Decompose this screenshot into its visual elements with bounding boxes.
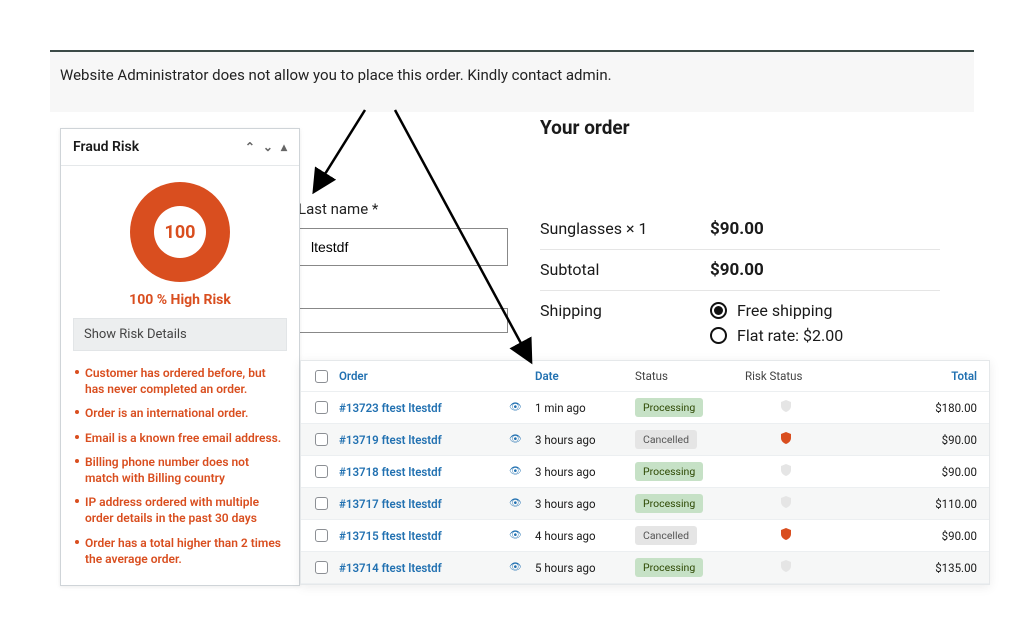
order-summary-title: Your order <box>540 116 940 139</box>
col-status: Status <box>631 361 741 391</box>
shipping-option-label: Free shipping <box>737 301 833 320</box>
collapse-icon[interactable]: ▴ <box>281 140 287 154</box>
col-risk: Risk Status <box>741 361 881 391</box>
col-order[interactable]: Order <box>335 361 505 391</box>
table-row[interactable]: #13714 ftest ltestdf👁5 hours agoProcessi… <box>301 552 989 584</box>
status-badge: Cancelled <box>635 430 697 449</box>
order-link[interactable]: #13719 ftest ltestdf <box>335 427 505 453</box>
row-checkbox[interactable] <box>315 529 328 542</box>
admin-notice: Website Administrator does not allow you… <box>50 50 974 112</box>
risk-reason: IP address ordered with multiple order d… <box>75 490 285 530</box>
table-row[interactable]: #13717 ftest ltestdf👁3 hours agoProcessi… <box>301 488 989 520</box>
table-row[interactable]: #13718 ftest ltestdf👁3 hours agoProcessi… <box>301 456 989 488</box>
order-summary: Your order Sunglasses × 1 $90.00 Subtota… <box>540 116 940 355</box>
risk-score: 100 <box>130 182 230 282</box>
order-date: 5 hours ago <box>531 555 631 581</box>
shipping-option-flat[interactable]: Flat rate: $2.00 <box>710 326 843 345</box>
shipping-option-free[interactable]: Free shipping <box>710 301 843 320</box>
fraud-risk-title: Fraud Risk <box>73 139 139 155</box>
shield-icon <box>781 464 791 476</box>
shipping-option-label: Flat rate: $2.00 <box>737 326 843 345</box>
row-checkbox[interactable] <box>315 401 328 414</box>
orders-table: Order Date Status Risk Status Total #137… <box>300 360 990 585</box>
risk-status-cell <box>741 458 881 485</box>
row-checkbox[interactable] <box>315 497 328 510</box>
subtotal-label: Subtotal <box>540 260 710 279</box>
order-date: 3 hours ago <box>531 491 631 517</box>
risk-reason: Email is a known free email address. <box>75 426 285 450</box>
shield-icon <box>781 432 791 444</box>
order-link[interactable]: #13723 ftest ltestdf <box>335 395 505 421</box>
shipping-label: Shipping <box>540 301 710 320</box>
preview-icon[interactable]: 👁 <box>505 524 531 547</box>
status-badge: Processing <box>635 398 703 417</box>
order-date: 4 hours ago <box>531 523 631 549</box>
order-total: $90.00 <box>881 427 983 453</box>
order-link[interactable]: #13718 ftest ltestdf <box>335 459 505 485</box>
shield-icon <box>781 528 791 540</box>
risk-donut-chart: 100 <box>130 182 230 282</box>
risk-status-cell <box>741 522 881 549</box>
radio-selected-icon <box>710 302 727 319</box>
order-total: $135.00 <box>881 555 983 581</box>
row-checkbox[interactable] <box>315 561 328 574</box>
order-date: 1 min ago <box>531 395 631 421</box>
order-link[interactable]: #13717 ftest ltestdf <box>335 491 505 517</box>
risk-status-cell <box>741 554 881 581</box>
orders-table-header: Order Date Status Risk Status Total <box>301 361 989 392</box>
risk-status-cell <box>741 426 881 453</box>
shipping-options: Free shipping Flat rate: $2.00 <box>710 301 843 345</box>
fraud-risk-header: Fraud Risk ⌃ ⌄ ▴ <box>61 129 299 166</box>
col-date[interactable]: Date <box>531 361 631 391</box>
shield-icon <box>781 400 791 412</box>
order-link[interactable]: #13715 ftest ltestdf <box>335 523 505 549</box>
preview-icon[interactable]: 👁 <box>505 460 531 483</box>
order-date: 3 hours ago <box>531 427 631 453</box>
checkout-form-fragment: Last name * <box>298 200 528 333</box>
order-total: $180.00 <box>881 395 983 421</box>
admin-notice-text: Website Administrator does not allow you… <box>60 66 612 84</box>
row-checkbox[interactable] <box>315 465 328 478</box>
risk-reason: Customer has ordered before, but has nev… <box>75 361 285 401</box>
chevron-down-icon[interactable]: ⌄ <box>263 140 273 154</box>
order-total: $110.00 <box>881 491 983 517</box>
risk-label: 100 % High Risk <box>73 292 287 308</box>
risk-reason: Order has a total higher than 2 times th… <box>75 531 285 571</box>
select-all-checkbox[interactable] <box>315 370 328 383</box>
line-item-total: $90.00 <box>710 219 764 239</box>
last-name-field[interactable] <box>298 228 508 266</box>
col-total[interactable]: Total <box>881 361 983 391</box>
fraud-risk-panel: Fraud Risk ⌃ ⌄ ▴ 100 100 % High Risk Sho… <box>60 128 300 586</box>
table-row[interactable]: #13719 ftest ltestdf👁3 hours agoCancelle… <box>301 424 989 456</box>
chevron-up-icon[interactable]: ⌃ <box>245 140 255 154</box>
row-checkbox[interactable] <box>315 433 328 446</box>
line-item-name: Sunglasses × 1 <box>540 219 710 238</box>
shield-icon <box>781 496 791 508</box>
risk-reason: Order is an international order. <box>75 401 285 425</box>
status-badge: Processing <box>635 558 703 577</box>
order-link[interactable]: #13714 ftest ltestdf <box>335 555 505 581</box>
empty-field[interactable] <box>298 308 508 333</box>
radio-unselected-icon <box>710 327 727 344</box>
preview-icon[interactable]: 👁 <box>505 556 531 579</box>
risk-status-cell <box>741 490 881 517</box>
last-name-label: Last name * <box>298 200 528 218</box>
shield-icon <box>781 560 791 572</box>
order-total: $90.00 <box>881 523 983 549</box>
status-badge: Cancelled <box>635 526 697 545</box>
status-badge: Processing <box>635 494 703 513</box>
status-badge: Processing <box>635 462 703 481</box>
table-row[interactable]: #13715 ftest ltestdf👁4 hours agoCancelle… <box>301 520 989 552</box>
preview-icon[interactable]: 👁 <box>505 428 531 451</box>
table-row[interactable]: #13723 ftest ltestdf👁1 min agoProcessing… <box>301 392 989 424</box>
subtotal-value: $90.00 <box>710 260 764 280</box>
preview-icon[interactable]: 👁 <box>505 396 531 419</box>
risk-status-cell <box>741 394 881 421</box>
risk-reason: Billing phone number does not match with… <box>75 450 285 490</box>
risk-reasons-list: Customer has ordered before, but has nev… <box>73 361 287 575</box>
order-total: $90.00 <box>881 459 983 485</box>
show-risk-details-button[interactable]: Show Risk Details <box>73 318 287 351</box>
preview-icon[interactable]: 👁 <box>505 492 531 515</box>
order-date: 3 hours ago <box>531 459 631 485</box>
